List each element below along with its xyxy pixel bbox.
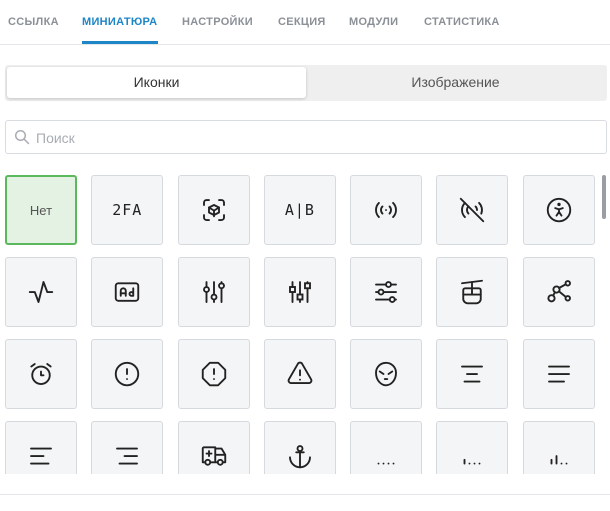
aerial-lift-icon: [461, 279, 484, 305]
scrollbar-thumb[interactable]: [602, 175, 606, 219]
icon-option-aerial-lift[interactable]: [436, 257, 509, 327]
icon-option-affiliate[interactable]: [522, 257, 595, 327]
ad-icon: [115, 282, 140, 302]
bottom-divider: [0, 494, 610, 495]
icon-option-align-right[interactable]: [91, 421, 164, 474]
icon-option-alien[interactable]: [350, 339, 423, 409]
tab-link[interactable]: ССЫЛКА: [8, 16, 59, 28]
icon-option-align-left[interactable]: [5, 421, 77, 474]
alert-circle-icon: [115, 361, 140, 387]
search-input[interactable]: [36, 127, 596, 149]
icon-option-antenna-bars-3[interactable]: [522, 421, 595, 474]
tab-settings[interactable]: НАСТРОЙКИ: [182, 16, 253, 28]
access-point-icon: [375, 201, 398, 219]
activity-icon: [28, 281, 54, 303]
adjustments-alt-icon: [288, 281, 311, 303]
icon-option-ab[interactable]: A|B: [263, 175, 336, 245]
align-center-icon: [461, 365, 484, 383]
align-right-icon: [116, 447, 139, 465]
none-label: Нет: [29, 202, 53, 218]
icon-option-alarm[interactable]: [5, 339, 77, 409]
tab-thumbnail[interactable]: МИНИАТЮРА: [82, 16, 157, 28]
antenna-bars-2-icon: [464, 458, 481, 465]
alarm-icon: [30, 363, 52, 385]
tab-modules[interactable]: МОДУЛИ: [349, 16, 398, 28]
icons-toggle-button[interactable]: Иконки: [7, 67, 306, 98]
search-box: [5, 120, 607, 154]
icon-option-accessible[interactable]: [522, 175, 595, 245]
icon-option-access-point[interactable]: [350, 175, 423, 245]
icon-option-ambulance[interactable]: [177, 421, 250, 474]
access-point-off-icon: [460, 197, 485, 223]
icon-option-anchor[interactable]: [263, 421, 336, 474]
tab-bar: ССЫЛКА МИНИАТЮРА НАСТРОЙКИ СЕКЦИЯ МОДУЛИ…: [0, 0, 610, 45]
icon-grid: Нет 2FA A|B: [5, 175, 595, 474]
image-toggle-button[interactable]: Изображение: [306, 67, 605, 98]
alert-octagon-icon: [201, 361, 226, 387]
icon-option-none[interactable]: Нет: [5, 175, 77, 245]
icon-option-augmented-reality[interactable]: [177, 175, 250, 245]
ab-test-icon: A|B: [284, 201, 315, 219]
icon-option-2fa[interactable]: 2FA: [91, 175, 164, 245]
icon-option-activity[interactable]: [5, 257, 77, 327]
icon-option-antenna-bars-1[interactable]: [350, 421, 423, 474]
icon-option-access-point-off[interactable]: [436, 175, 509, 245]
icon-option-alert-circle[interactable]: [91, 339, 164, 409]
icon-grid-viewport: Нет 2FA A|B: [0, 170, 610, 474]
icon-option-antenna-bars-2[interactable]: [436, 421, 509, 474]
icon-option-alert-octagon[interactable]: [177, 339, 250, 409]
icon-option-align-justified[interactable]: [522, 339, 595, 409]
tab-section[interactable]: СЕКЦИЯ: [278, 16, 326, 28]
augmented-reality-icon: [202, 199, 225, 221]
icon-option-adjustments[interactable]: [177, 257, 250, 327]
icon-option-adjustments-horizontal[interactable]: [350, 257, 423, 327]
anchor-icon: [288, 445, 311, 469]
antenna-bars-1-icon: [377, 462, 395, 465]
affiliate-icon: [547, 280, 571, 303]
tab-statistics[interactable]: СТАТИСТИКА: [424, 16, 500, 28]
antenna-bars-3-icon: [550, 455, 568, 465]
icon-option-ad[interactable]: [91, 257, 164, 327]
icon-option-align-center[interactable]: [436, 339, 509, 409]
search-icon: [14, 129, 30, 145]
thumbnail-type-switch: Иконки Изображение: [5, 65, 607, 101]
alert-triangle-icon: [287, 361, 313, 384]
ambulance-icon: [201, 446, 226, 466]
active-tab-indicator: [82, 41, 158, 44]
icon-option-alert-triangle[interactable]: [263, 339, 336, 409]
adjustments-horizontal-icon: [375, 281, 398, 303]
2fa-icon: 2FA: [112, 201, 143, 219]
icon-option-adjustments-alt[interactable]: [263, 257, 336, 327]
icon-grid-scrollbar[interactable]: [602, 175, 606, 475]
align-left-icon: [30, 447, 52, 465]
adjustments-icon: [202, 281, 225, 303]
accessible-icon: [546, 197, 571, 223]
align-justified-icon: [547, 365, 570, 383]
alien-icon: [375, 361, 398, 387]
